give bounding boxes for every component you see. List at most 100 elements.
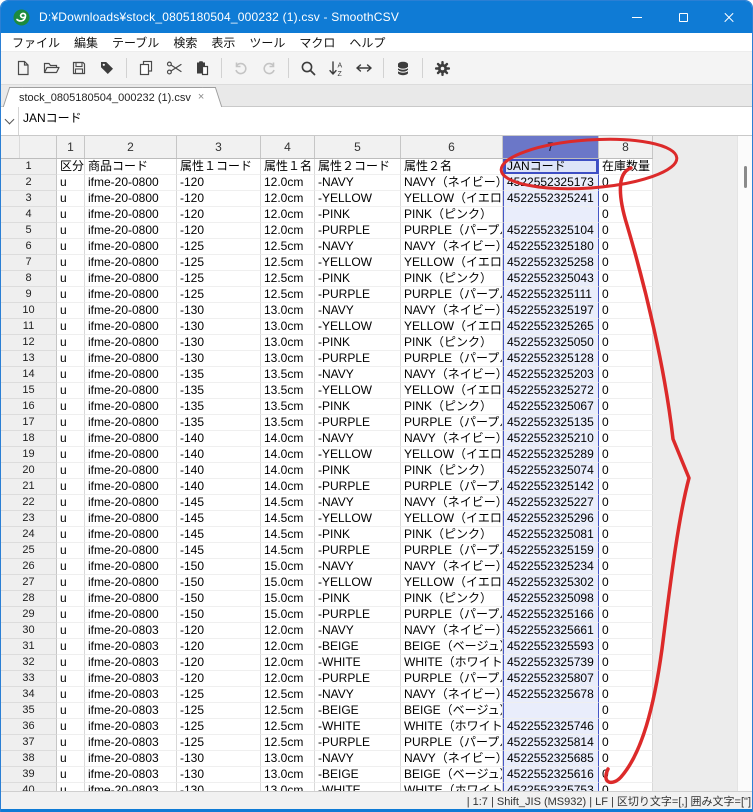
cell-r32c8[interactable]: 0 <box>599 655 653 671</box>
menu-file[interactable]: ファイル <box>5 34 67 51</box>
cell-r39c8[interactable]: 0 <box>599 767 653 783</box>
cell-r26c6[interactable]: NAVY（ネイビー） <box>401 559 503 575</box>
row-header-22[interactable]: 22 <box>1 495 57 511</box>
cell-r23c7[interactable]: 4522552325296 <box>503 511 599 527</box>
cell-r24c3[interactable]: -145 <box>177 527 261 543</box>
cell-r34c3[interactable]: -125 <box>177 687 261 703</box>
cell-r25c5[interactable]: -PURPLE <box>315 543 401 559</box>
cell-r2c1[interactable]: u <box>57 175 85 191</box>
cell-r33c6[interactable]: PURPLE（パープル） <box>401 671 503 687</box>
cell-r25c3[interactable]: -145 <box>177 543 261 559</box>
cell-r13c6[interactable]: PURPLE（パープル） <box>401 351 503 367</box>
cell-r27c5[interactable]: -YELLOW <box>315 575 401 591</box>
cell-r25c2[interactable]: ifme-20-0800 <box>85 543 177 559</box>
cell-r19c1[interactable]: u <box>57 447 85 463</box>
cell-r34c7[interactable]: 4522552325678 <box>503 687 599 703</box>
cell-r39c5[interactable]: -BEIGE <box>315 767 401 783</box>
redo-button[interactable] <box>255 55 283 81</box>
cell-r10c5[interactable]: -NAVY <box>315 303 401 319</box>
cell-r36c4[interactable]: 12.5cm <box>261 719 315 735</box>
cell-r10c1[interactable]: u <box>57 303 85 319</box>
cell-r29c3[interactable]: -150 <box>177 607 261 623</box>
search-button[interactable] <box>294 55 322 81</box>
cell-r29c6[interactable]: PURPLE（パープル） <box>401 607 503 623</box>
cell-r34c1[interactable]: u <box>57 687 85 703</box>
cell-r33c2[interactable]: ifme-20-0803 <box>85 671 177 687</box>
cell-r31c1[interactable]: u <box>57 639 85 655</box>
cell-r39c4[interactable]: 13.0cm <box>261 767 315 783</box>
cell-r5c8[interactable]: 0 <box>599 223 653 239</box>
row-header-39[interactable]: 39 <box>1 767 57 783</box>
cell-r5c4[interactable]: 12.0cm <box>261 223 315 239</box>
cell-r12c1[interactable]: u <box>57 335 85 351</box>
cell-r6c5[interactable]: -NAVY <box>315 239 401 255</box>
cell-r22c7[interactable]: 4522552325227 <box>503 495 599 511</box>
column-header-5[interactable]: 5 <box>315 136 401 158</box>
row-header-2[interactable]: 2 <box>1 175 57 191</box>
cell-r1c3[interactable]: 属性１コード <box>177 159 261 175</box>
row-header-10[interactable]: 10 <box>1 303 57 319</box>
cell-r38c6[interactable]: NAVY（ネイビー） <box>401 751 503 767</box>
row-header-25[interactable]: 25 <box>1 543 57 559</box>
cell-r37c2[interactable]: ifme-20-0803 <box>85 735 177 751</box>
cell-r21c6[interactable]: PURPLE（パープル） <box>401 479 503 495</box>
row-header-30[interactable]: 30 <box>1 623 57 639</box>
row-header-38[interactable]: 38 <box>1 751 57 767</box>
cell-r26c8[interactable]: 0 <box>599 559 653 575</box>
cell-r33c5[interactable]: -PURPLE <box>315 671 401 687</box>
row-header-15[interactable]: 15 <box>1 383 57 399</box>
cell-r10c3[interactable]: -130 <box>177 303 261 319</box>
cell-r19c6[interactable]: YELLOW（イエロー） <box>401 447 503 463</box>
cell-r37c7[interactable]: 4522552325814 <box>503 735 599 751</box>
cell-r9c6[interactable]: PURPLE（パープル） <box>401 287 503 303</box>
cell-r13c2[interactable]: ifme-20-0800 <box>85 351 177 367</box>
cell-r22c1[interactable]: u <box>57 495 85 511</box>
cell-r28c7[interactable]: 4522552325098 <box>503 591 599 607</box>
cell-r40c2[interactable]: ifme-20-0803 <box>85 783 177 791</box>
cell-r22c5[interactable]: -NAVY <box>315 495 401 511</box>
cell-r29c1[interactable]: u <box>57 607 85 623</box>
cell-r7c5[interactable]: -YELLOW <box>315 255 401 271</box>
row-header-8[interactable]: 8 <box>1 271 57 287</box>
cell-r8c2[interactable]: ifme-20-0800 <box>85 271 177 287</box>
cell-r24c2[interactable]: ifme-20-0800 <box>85 527 177 543</box>
cell-r16c4[interactable]: 13.5cm <box>261 399 315 415</box>
row-header-11[interactable]: 11 <box>1 319 57 335</box>
cell-r22c3[interactable]: -145 <box>177 495 261 511</box>
cell-r20c1[interactable]: u <box>57 463 85 479</box>
cell-r32c6[interactable]: WHITE（ホワイト） <box>401 655 503 671</box>
cell-r1c2[interactable]: 商品コード <box>85 159 177 175</box>
cell-r4c6[interactable]: PINK（ピンク） <box>401 207 503 223</box>
cell-r27c6[interactable]: YELLOW（イエロー） <box>401 575 503 591</box>
cell-r29c7[interactable]: 4522552325166 <box>503 607 599 623</box>
cell-r29c4[interactable]: 15.0cm <box>261 607 315 623</box>
tag-button[interactable] <box>93 55 121 81</box>
database-button[interactable] <box>389 55 417 81</box>
cell-r22c6[interactable]: NAVY（ネイビー） <box>401 495 503 511</box>
cell-r16c5[interactable]: -PINK <box>315 399 401 415</box>
cell-r38c1[interactable]: u <box>57 751 85 767</box>
cell-r34c4[interactable]: 12.5cm <box>261 687 315 703</box>
cell-r11c5[interactable]: -YELLOW <box>315 319 401 335</box>
cell-r9c7[interactable]: 4522552325111 <box>503 287 599 303</box>
close-button[interactable] <box>706 1 752 33</box>
cell-r32c5[interactable]: -WHITE <box>315 655 401 671</box>
maximize-button[interactable] <box>660 1 706 33</box>
cell-r3c1[interactable]: u <box>57 191 85 207</box>
cell-r7c1[interactable]: u <box>57 255 85 271</box>
cell-r21c5[interactable]: -PURPLE <box>315 479 401 495</box>
cell-r26c5[interactable]: -NAVY <box>315 559 401 575</box>
cell-r26c3[interactable]: -150 <box>177 559 261 575</box>
cell-r1c6[interactable]: 属性２名 <box>401 159 503 175</box>
cell-r18c3[interactable]: -140 <box>177 431 261 447</box>
cell-r23c3[interactable]: -145 <box>177 511 261 527</box>
cell-r40c1[interactable]: u <box>57 783 85 791</box>
cell-r10c6[interactable]: NAVY（ネイビー） <box>401 303 503 319</box>
cell-r15c4[interactable]: 13.5cm <box>261 383 315 399</box>
cell-r40c4[interactable]: 13.0cm <box>261 783 315 791</box>
menu-search[interactable]: 検索 <box>166 34 204 51</box>
cell-r12c5[interactable]: -PINK <box>315 335 401 351</box>
cell-r11c2[interactable]: ifme-20-0800 <box>85 319 177 335</box>
cell-r28c6[interactable]: PINK（ピンク） <box>401 591 503 607</box>
cell-r2c7[interactable]: 4522552325173 <box>503 175 599 191</box>
